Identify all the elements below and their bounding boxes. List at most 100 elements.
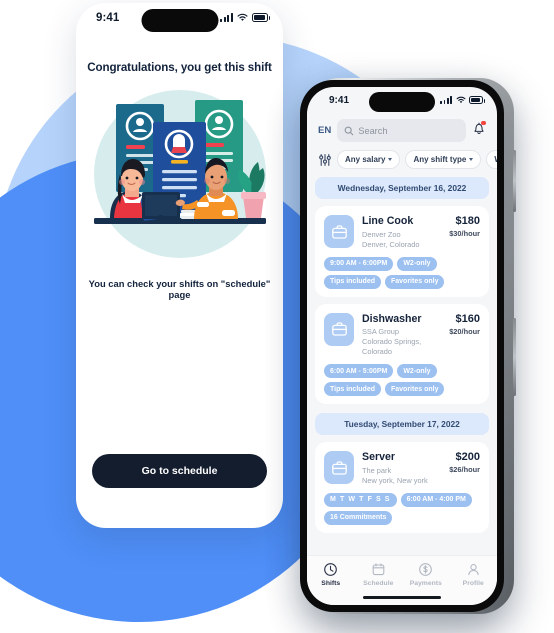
home-indicator [363, 595, 441, 599]
shift-tags: 6:00 AM - 5:00PM W2-only Tips included F… [324, 364, 480, 397]
left-phone-mockup: 9:41 Congratulations, you get this shift [76, 3, 283, 528]
chevron-down-icon [388, 158, 393, 161]
shift-card-header: Line Cook Denver Zoo Denver, Colorado $1… [324, 215, 480, 250]
shift-company: Denver Zoo [362, 229, 401, 239]
shift-total-pay: $180 [455, 215, 480, 227]
tab-profile[interactable]: Profile [450, 562, 498, 587]
schedule-hint-text: You can check your shifts on "schedule" … [88, 278, 271, 300]
shift-title: Line Cook [362, 215, 414, 227]
shift-total-pay: $160 [455, 312, 480, 325]
shift-tag[interactable]: 16 Commitments [324, 510, 393, 525]
shift-card-pay: $180 $30/hour [449, 215, 480, 238]
shift-tag[interactable]: Tips included [324, 382, 381, 397]
shift-company: The park [362, 465, 392, 475]
notification-badge [481, 120, 486, 126]
shift-tag[interactable]: Favorites only [385, 382, 445, 397]
search-row: EN Search [307, 117, 497, 142]
wifi-icon [237, 13, 248, 21]
go-to-schedule-button[interactable]: Go to schedule [92, 454, 267, 488]
shift-card-header: Server The park New york, New york $200 … [324, 451, 480, 486]
battery-icon [252, 13, 271, 22]
signal-icon [220, 13, 233, 22]
right-status-bar: 9:41 [307, 87, 497, 117]
right-phone-mockup: 9:41 EN Search Any salary Any shift type… [300, 78, 516, 614]
briefcase-icon [324, 215, 354, 248]
bottom-tab-bar: Shifts Schedule Payments Profile [307, 555, 497, 605]
shift-tag[interactable]: 9:00 AM - 6:00PM [324, 256, 394, 271]
tab-label: Profile [462, 580, 484, 587]
shift-total-pay: $200 [455, 451, 480, 464]
left-status-icons [220, 13, 271, 22]
shift-location: Denver, Colorado [362, 239, 420, 249]
battery-icon [469, 96, 486, 104]
person-icon [468, 564, 479, 576]
wifi-icon [456, 96, 465, 104]
tab-payments[interactable]: Payments [402, 562, 450, 587]
search-icon [344, 126, 354, 135]
dollar-circle-icon [419, 563, 433, 576]
shift-card[interactable]: Dishwasher SSA Group Colorado Springs, C… [315, 303, 489, 405]
shift-tag[interactable]: Tips included [324, 274, 381, 289]
shift-tag[interactable]: W2-only [397, 256, 437, 271]
shift-hourly-rate: $20/hour [449, 326, 480, 336]
shift-card[interactable]: Server The park New york, New york $200 … [315, 442, 489, 533]
shift-tag[interactable]: W2-only [397, 364, 437, 379]
shift-card-pay: $160 $20/hour [449, 313, 480, 336]
left-status-bar: 9:41 [76, 3, 283, 37]
language-toggle[interactable]: EN [318, 125, 331, 136]
signal-icon [440, 96, 452, 104]
filter-sliders-icon[interactable] [318, 153, 332, 167]
filter-chip-shift-type[interactable]: Any shift type [405, 150, 482, 169]
tab-label: Payments [409, 580, 442, 587]
volume-button[interactable] [513, 150, 516, 212]
shift-card-pay: $200 $26/hour [449, 451, 480, 474]
shift-location: Colorado Springs, Colorado [362, 337, 422, 357]
left-status-time: 9:41 [96, 12, 120, 24]
filter-chip-label: Within 30 Miles [494, 155, 497, 164]
shift-card-info: Dishwasher SSA Group Colorado Springs, C… [362, 313, 441, 358]
shifts-screen: 9:41 EN Search Any salary Any shift type… [307, 87, 497, 605]
clock-icon [324, 563, 338, 576]
search-input[interactable]: Search [337, 119, 466, 142]
congrats-headline: Congratulations, you get this shift [87, 61, 272, 74]
dynamic-island [369, 92, 435, 112]
shift-company: SSA Group [362, 327, 399, 337]
right-status-time: 9:41 [329, 95, 350, 106]
shift-tag[interactable]: 6:00 AM - 5:00PM [324, 364, 394, 379]
filter-chip-label: Any salary [345, 155, 386, 164]
tab-schedule[interactable]: Schedule [355, 562, 403, 587]
right-status-icons [440, 96, 486, 104]
tab-label: Schedule [363, 580, 394, 587]
briefcase-icon [324, 451, 354, 485]
notifications-button[interactable] [472, 120, 486, 141]
shift-list: Wednesday, September 16, 2022 Line Cook … [307, 169, 497, 533]
shift-card-header: Dishwasher SSA Group Colorado Springs, C… [324, 312, 480, 358]
shift-tag-days[interactable]: M T W T F S S [324, 492, 397, 507]
shift-card-info: Line Cook Denver Zoo Denver, Colorado [362, 215, 441, 250]
filter-row: Any salary Any shift type Within 30 Mile… [307, 142, 497, 169]
date-header: Wednesday, September 16, 2022 [315, 177, 489, 199]
shift-card-info: Server The park New york, New york [362, 451, 441, 486]
shift-title: Dishwasher [362, 312, 422, 325]
shift-tag[interactable]: Favorites only [385, 274, 445, 289]
shift-tags: M T W T F S S 6:00 AM - 4:00 PM 16 Commi… [324, 492, 480, 525]
shift-card[interactable]: Line Cook Denver Zoo Denver, Colorado $1… [315, 206, 489, 297]
shift-tags: 9:00 AM - 6:00PM W2-only Tips included F… [324, 256, 480, 289]
shift-hourly-rate: $30/hour [449, 229, 480, 238]
shift-tag[interactable]: 6:00 AM - 4:00 PM [400, 492, 472, 507]
power-button[interactable] [513, 318, 516, 396]
search-placeholder: Search [358, 125, 388, 136]
shift-location: New york, New york [362, 475, 428, 485]
shift-title: Server [362, 451, 395, 464]
shift-hourly-rate: $26/hour [449, 465, 480, 475]
briefcase-icon [324, 312, 354, 346]
scene: 9:41 Congratulations, you get this shift [0, 0, 554, 633]
filter-chip-distance[interactable]: Within 30 Miles [486, 150, 497, 169]
hiring-illustration [76, 82, 283, 272]
phone-body: 9:41 EN Search Any salary Any shift type… [300, 80, 504, 612]
tab-label: Shifts [321, 580, 341, 587]
filter-chip-salary[interactable]: Any salary [337, 150, 401, 169]
tab-shifts[interactable]: Shifts [307, 562, 355, 587]
chevron-down-icon [469, 158, 474, 161]
calendar-icon [372, 563, 385, 576]
